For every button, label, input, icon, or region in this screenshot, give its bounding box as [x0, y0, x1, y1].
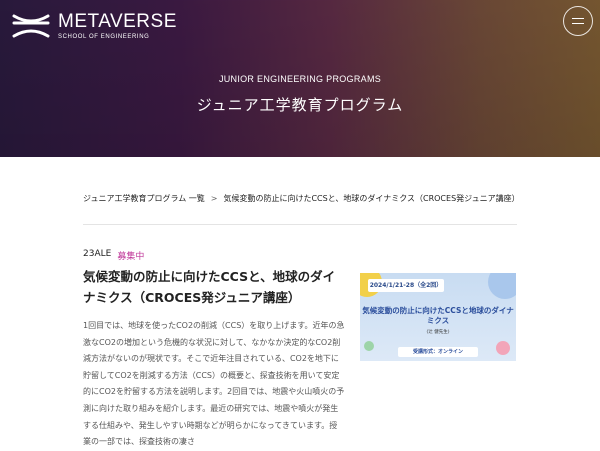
hamburger-menu-icon [572, 18, 584, 19]
decorative-circle [364, 341, 374, 351]
site-logo[interactable]: METAVERSE SCHOOL OF ENGINEERING [12, 12, 177, 40]
hamburger-menu-button[interactable] [563, 6, 593, 36]
status-badge: 募集中 [117, 252, 145, 262]
breadcrumb-link-programs[interactable]: ジュニア工学教育プログラム 一覧 [83, 193, 205, 204]
program-meta: 23ALE 募集中 [83, 249, 144, 262]
thumbnail-date: 2024/1/21-28（全2回） [368, 279, 444, 292]
hero-subtitle: JUNIOR ENGINEERING PROGRAMS [218, 74, 382, 84]
logo-title: METAVERSE [58, 11, 177, 32]
thumbnail-format: 受講形式：オンライン [398, 347, 478, 357]
decorative-circle [488, 273, 516, 299]
divider [83, 224, 517, 225]
thumbnail-title: 気候変動の防止に向けたCCSと地球のダイナミクス [362, 306, 514, 325]
hero-banner: METAVERSE SCHOOL OF ENGINEERING JUNIOR E… [0, 0, 600, 157]
breadcrumb-separator: > [210, 194, 218, 203]
program-title: 気候変動の防止に向けたCCSと、地球のダイナミクス（CROCES発ジュニア講座） [83, 269, 336, 305]
decorative-circle [496, 341, 510, 355]
logo-subtitle: SCHOOL OF ENGINEERING [58, 34, 150, 40]
breadcrumb-current: 気候変動の防止に向けたCCSと、地球のダイナミクス（CROCES発ジュニア講座） [223, 194, 520, 203]
program-code: 23ALE [83, 249, 112, 259]
page-title: ジュニア工学教育プログラム [196, 96, 404, 114]
program-description: 1回目では、地球を使ったCO2の削減（CCS）を取り上げます。近年の急激なCO2… [83, 321, 345, 447]
breadcrumb: ジュニア工学教育プログラム 一覧 > 気候変動の防止に向けたCCSと、地球のダイ… [83, 193, 520, 204]
thumbnail-teacher: (辻 健先生) [426, 330, 450, 335]
program-thumbnail: 2024/1/21-28（全2回） 気候変動の防止に向けたCCSと地球のダイナミ… [360, 273, 516, 361]
metaverse-logo-icon [12, 14, 50, 38]
